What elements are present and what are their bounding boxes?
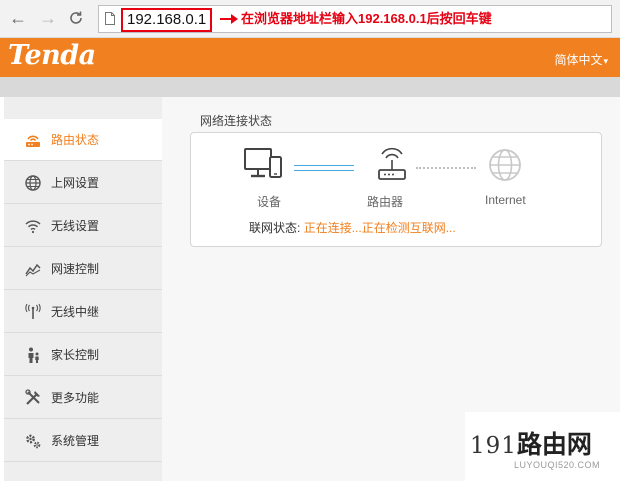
address-bar[interactable]: 192.168.0.1 在浏览器地址栏输入192.168.0.1后按回车键	[98, 5, 612, 33]
watermark: 191路由网	[470, 425, 592, 461]
router-status-icon	[26, 135, 40, 147]
reload-button[interactable]	[66, 8, 86, 28]
url-text[interactable]: 192.168.0.1	[121, 8, 213, 32]
gears-icon	[26, 434, 41, 448]
sidebar-item-system-management[interactable]: 系统管理	[4, 420, 162, 462]
sidebar-item-speed-control[interactable]: 网速控制	[4, 248, 162, 290]
router-internet-link	[416, 167, 476, 169]
sidebar-item-label: 无线设置	[51, 219, 100, 233]
sidebar-item-more-functions[interactable]: 更多功能	[4, 377, 162, 419]
speed-chart-icon	[25, 263, 41, 276]
back-button[interactable]: ←	[8, 8, 28, 28]
page-icon	[105, 12, 115, 25]
tenda-logo: Tenda	[8, 40, 96, 71]
sidebar-item-label: 上网设置	[51, 176, 100, 190]
section-title: 网络连接状态	[200, 114, 273, 128]
antenna-icon	[25, 303, 41, 319]
internet-label: Internet	[485, 193, 526, 207]
tools-icon	[25, 388, 40, 405]
internet-globe-icon	[489, 149, 521, 181]
sidebar-item-label: 网速控制	[51, 262, 100, 276]
sidebar-item-router-status[interactable]: 路由状态	[4, 119, 162, 161]
device-label: 设备	[257, 195, 282, 209]
sidebar-item-internet-settings[interactable]: 上网设置	[4, 162, 162, 204]
browser-toolbar: ← → 192.168.0.1 在浏览器地址栏输入192.168.0.1后按回车…	[0, 0, 620, 38]
router-device-icon	[378, 147, 406, 180]
language-selector[interactable]: 简体中文▾	[554, 51, 608, 68]
family-icon	[28, 347, 39, 363]
sidebar-item-wireless-settings[interactable]: 无线设置	[4, 205, 162, 247]
connection-status-value: 正在连接...正在检测互联网...	[303, 221, 456, 235]
sidebar-item-label: 更多功能	[51, 391, 100, 405]
connection-status-key: 联网状态:	[249, 221, 301, 235]
globe-icon	[25, 174, 41, 191]
sidebar-item-parental-control[interactable]: 家长控制	[4, 334, 162, 376]
watermark-number: 191	[470, 433, 517, 459]
sidebar: 路由状态 上网设置 无线设置 网速控制 无线中继 家长控制 更多功能 系统管理	[4, 97, 162, 481]
device-router-link	[294, 165, 354, 171]
sidebar-item-label: 无线中继	[51, 305, 100, 319]
wifi-icon	[25, 219, 41, 233]
reload-icon	[70, 11, 82, 24]
sidebar-item-label: 路由状态	[51, 133, 100, 147]
caret-down-icon: ▾	[603, 56, 608, 66]
language-label: 简体中文	[554, 53, 603, 67]
instruction-annotation: 在浏览器地址栏输入192.168.0.1后按回车键	[241, 11, 492, 26]
app-header: Tenda 简体中文▾	[0, 38, 620, 77]
sidebar-item-label: 家长控制	[51, 348, 100, 362]
computer-device-icon	[244, 148, 282, 178]
forward-button[interactable]: →	[38, 8, 58, 28]
arrow-right-icon	[220, 14, 238, 24]
sidebar-item-wireless-repeater[interactable]: 无线中继	[4, 291, 162, 333]
router-label: 路由器	[367, 195, 404, 209]
sidebar-item-label: 系统管理	[51, 434, 100, 448]
connection-status: 联网状态: 正在连接...正在检测互联网...	[249, 219, 456, 236]
header-divider-band	[0, 77, 620, 97]
watermark-name: 路由网	[516, 431, 592, 459]
watermark-site: LUYOUQI520.COM	[514, 460, 601, 470]
network-status-card: 设备 路由器 Internet 联网状态: 正在连接...正在检测互联网...	[190, 132, 602, 247]
